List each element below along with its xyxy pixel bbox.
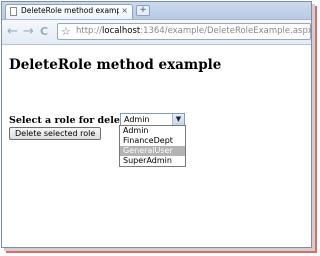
url-text: http://localhost:1364/example/DeleteRole… bbox=[76, 26, 312, 36]
forward-arrow-icon[interactable]: → bbox=[23, 24, 34, 39]
tab-title: DeleteRole method exampl... bbox=[21, 6, 119, 15]
role-select-value: Admin bbox=[124, 115, 150, 124]
url-path: :1364/example/DeleteRoleExample.aspx bbox=[140, 26, 312, 36]
reload-icon[interactable]: C bbox=[40, 24, 48, 39]
browser-window: DeleteRole method exampl... × + ← → C ☆ … bbox=[1, 1, 312, 248]
page-icon bbox=[10, 7, 17, 16]
role-option-generaluser[interactable]: GeneralUser bbox=[120, 146, 185, 156]
delete-role-button[interactable]: Delete selected role bbox=[9, 127, 102, 140]
new-tab-button[interactable]: + bbox=[136, 5, 150, 16]
tab-strip: DeleteRole method exampl... × + bbox=[2, 2, 311, 20]
back-arrow-icon[interactable]: ← bbox=[7, 24, 18, 39]
page-content: DeleteRole method example Select a role … bbox=[2, 45, 311, 247]
address-bar[interactable]: ☆ http://localhost:1364/example/DeleteRo… bbox=[57, 23, 311, 40]
url-scheme: http:// bbox=[76, 26, 103, 36]
role-option-superadmin[interactable]: SuperAdmin bbox=[120, 156, 185, 166]
url-host: localhost bbox=[102, 26, 141, 36]
role-option-admin[interactable]: Admin bbox=[120, 126, 185, 136]
browser-toolbar: ← → C ☆ http://localhost:1364/example/De… bbox=[2, 20, 311, 45]
page-title: DeleteRole method example bbox=[9, 57, 222, 73]
browser-tab[interactable]: DeleteRole method exampl... × bbox=[5, 4, 133, 19]
chevron-down-icon[interactable]: ▼ bbox=[172, 114, 184, 125]
star-icon[interactable]: ☆ bbox=[61, 24, 71, 39]
close-icon[interactable]: × bbox=[121, 6, 128, 16]
role-option-financedept[interactable]: FinanceDept bbox=[120, 136, 185, 146]
role-dropdown-list: Admin FinanceDept GeneralUser SuperAdmin bbox=[119, 125, 186, 167]
